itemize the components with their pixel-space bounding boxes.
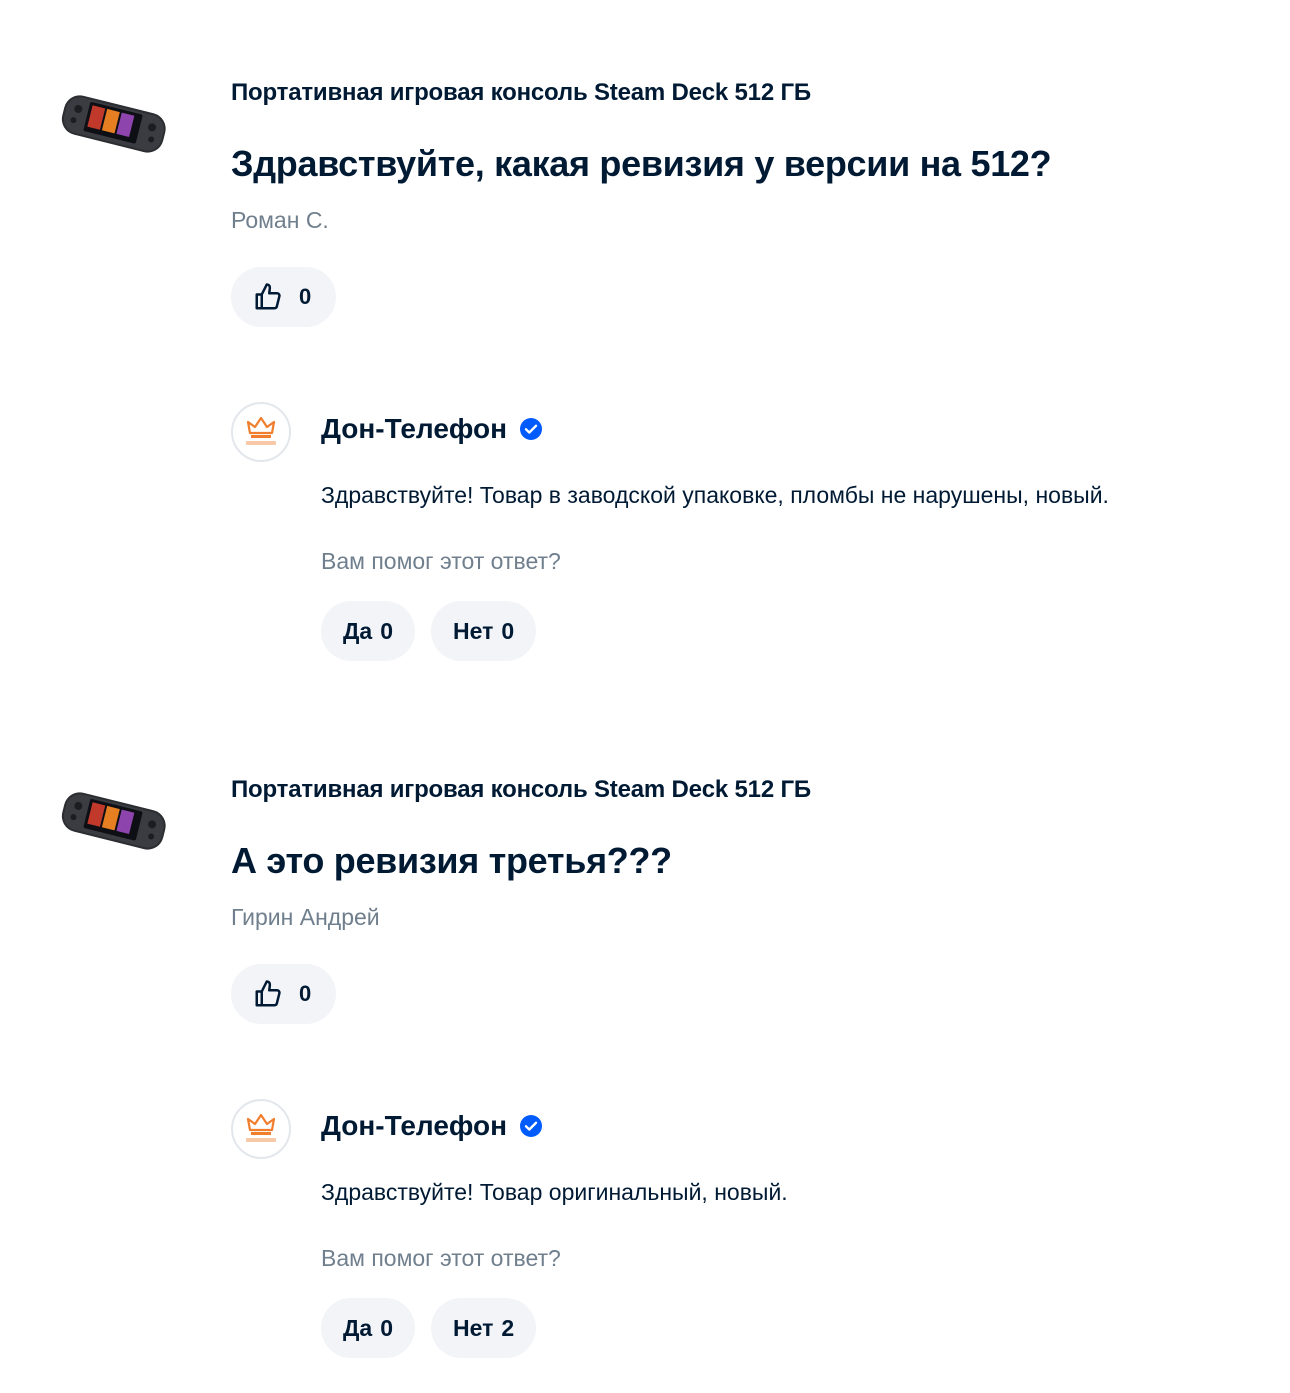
question-text: Здравствуйте, какая ревизия у версии на … — [231, 143, 1052, 184]
vote-no-label: Нет — [452, 617, 494, 644]
vote-yes-label: Да — [343, 1314, 373, 1341]
verified-icon — [520, 1115, 543, 1137]
helpful-label: Вам помог этот ответ? — [321, 1245, 561, 1271]
verified-icon — [520, 418, 543, 440]
product-image[interactable] — [56, 781, 172, 859]
vote-buttons: Да 0 Нет 2 — [321, 1298, 537, 1358]
question-text: А это ревизия третья??? — [231, 840, 672, 881]
like-count: 0 — [299, 284, 312, 309]
product-title[interactable]: Портативная игровая консоль Steam Deck 5… — [231, 79, 811, 107]
seller-header: Дон-Телефон — [321, 413, 543, 445]
seller-name[interactable]: Дон-Телефон — [321, 1110, 507, 1142]
vote-yes-count: 0 — [380, 1314, 393, 1341]
seller-avatar — [231, 402, 291, 462]
vote-no-count: 2 — [501, 1314, 515, 1341]
like-button[interactable]: 0 — [231, 964, 336, 1024]
thumbs-up-icon — [253, 282, 283, 312]
seller-name[interactable]: Дон-Телефон — [321, 413, 507, 445]
answer-text: Здравствуйте! Товар оригинальный, новый. — [321, 1179, 788, 1205]
vote-no-label: Нет — [452, 1314, 494, 1341]
vote-yes-count: 0 — [380, 617, 393, 644]
question-author: Гирин Андрей — [231, 904, 380, 930]
question-author: Роман С. — [231, 207, 329, 233]
thumbs-up-icon — [253, 979, 283, 1009]
crown-logo — [246, 1113, 276, 1142]
seller-header: Дон-Телефон — [321, 1110, 543, 1142]
vote-yes-button[interactable]: Да 0 — [321, 601, 415, 661]
vote-no-button[interactable]: Нет 2 — [430, 1298, 537, 1358]
product-image[interactable] — [56, 84, 172, 162]
vote-no-count: 0 — [501, 617, 515, 644]
like-count: 0 — [299, 981, 312, 1006]
product-title[interactable]: Портативная игровая консоль Steam Deck 5… — [231, 776, 811, 804]
vote-no-button[interactable]: Нет 0 — [430, 601, 537, 661]
helpful-label: Вам помог этот ответ? — [321, 548, 561, 574]
seller-avatar — [231, 1099, 291, 1159]
vote-yes-label: Да — [343, 617, 373, 644]
vote-yes-button[interactable]: Да 0 — [321, 1298, 415, 1358]
answer-text: Здравствуйте! Товар в заводской упаковке… — [321, 482, 1109, 508]
like-button[interactable]: 0 — [231, 267, 336, 327]
crown-logo — [246, 416, 276, 445]
vote-buttons: Да 0 Нет 0 — [321, 601, 537, 661]
